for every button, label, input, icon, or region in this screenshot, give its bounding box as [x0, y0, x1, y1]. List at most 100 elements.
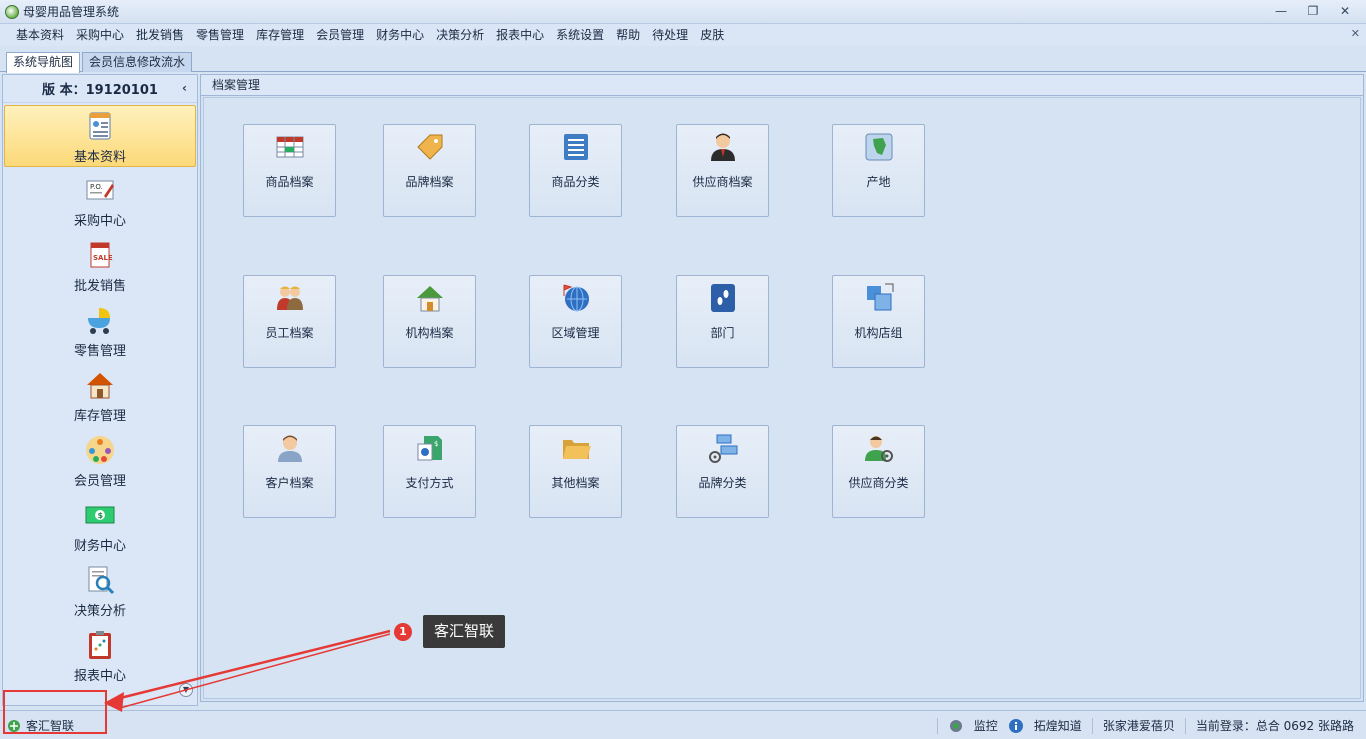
app-logo-icon — [5, 4, 19, 19]
tile-product-category[interactable]: 商品分类 — [529, 124, 622, 217]
annotation-number-badge: 1 — [394, 623, 412, 641]
tab-member-change-log[interactable]: 会员信息修改流水 — [82, 52, 193, 72]
status-bar: 客汇智联 监控 拓煌知道 张家港爱蓓贝 当前登录：总合 0692 张路路 — [0, 710, 1366, 739]
staff-icon — [276, 286, 303, 310]
stroller-icon — [88, 308, 110, 334]
status-divider — [936, 717, 938, 734]
sidebar-item-label: 零售管理 — [73, 344, 126, 359]
tile-label: 支付方式 — [405, 476, 454, 490]
minimize-button[interactable]: — — [1266, 2, 1296, 20]
sidebar-item-label: 会员管理 — [73, 474, 126, 489]
sidebar-item-label: 决策分析 — [73, 604, 126, 619]
menu-item-skin[interactable]: 皮肤 — [694, 24, 730, 46]
status-info[interactable]: 拓煌知道 — [1034, 717, 1082, 734]
tile-product-archive[interactable]: 商品档案 — [243, 124, 336, 217]
list-icon — [563, 134, 588, 160]
collapse-arrow-icon[interactable]: ‹ — [182, 81, 187, 95]
window-title: 母婴用品管理系统 — [23, 5, 120, 19]
tile-label: 商品分类 — [551, 175, 600, 189]
tile-label: 品牌分类 — [698, 476, 747, 490]
menu-item-finance[interactable]: 财务中心 — [370, 24, 430, 46]
sidebar-item-finance[interactable]: $ 财务中心 — [4, 495, 196, 557]
sidebar: 版 本：19120101 ‹ 基本资料 P.O. 采购中心 SALE 批发销售 … — [2, 74, 198, 706]
sale-tag-icon: SALE — [90, 242, 113, 268]
group-squares-icon — [866, 283, 893, 311]
menu-item-purchase[interactable]: 采购中心 — [70, 24, 130, 46]
title-bar: 母婴用品管理系统 — ❐ ✕ — [0, 0, 1366, 24]
tile-label: 员工档案 — [265, 326, 314, 340]
tile-region-management[interactable]: 区域管理 — [529, 275, 622, 368]
menu-item-wholesale[interactable]: 批发销售 — [130, 24, 190, 46]
tile-label: 商品档案 — [265, 175, 314, 189]
menu-item-analysis[interactable]: 决策分析 — [430, 24, 490, 46]
tile-supplier-archive[interactable]: 供应商档案 — [676, 124, 769, 217]
annotation-highlight-box — [3, 690, 107, 734]
sidebar-item-label: 财务中心 — [73, 539, 126, 554]
tile-label: 品牌档案 — [405, 175, 454, 189]
sidebar-item-label: 采购中心 — [73, 214, 126, 229]
menu-item-basic[interactable]: 基本资料 — [10, 24, 70, 46]
svg-text:SALE: SALE — [93, 254, 113, 262]
tile-origin[interactable]: 产地 — [832, 124, 925, 217]
magnifier-report-icon — [88, 566, 115, 595]
tile-label: 部门 — [710, 326, 735, 340]
tile-customer-archive[interactable]: 客户档案 — [243, 425, 336, 518]
menu-close-icon[interactable]: ✕ — [1351, 27, 1360, 40]
tile-department[interactable]: 部门 — [676, 275, 769, 368]
businessman-icon — [710, 133, 735, 161]
payment-icon: $ — [417, 436, 442, 461]
menu-item-pending[interactable]: 待处理 — [646, 24, 694, 46]
menu-item-retail[interactable]: 零售管理 — [190, 24, 250, 46]
menu-item-settings[interactable]: 系统设置 — [550, 24, 610, 46]
menu-item-members[interactable]: 会员管理 — [310, 24, 370, 46]
close-button[interactable]: ✕ — [1330, 2, 1360, 20]
tile-other-archive[interactable]: 其他档案 — [529, 425, 622, 518]
tile-label: 其他档案 — [551, 476, 600, 490]
tile-staff-archive[interactable]: 员工档案 — [243, 275, 336, 368]
sidebar-item-purchase[interactable]: P.O. 采购中心 — [4, 170, 196, 232]
sidebar-item-basic[interactable]: 基本资料 — [4, 105, 196, 167]
annotation-callout: 客汇智联 — [423, 615, 505, 648]
sidebar-item-analysis[interactable]: 决策分析 — [4, 560, 196, 622]
scroll-down-icon[interactable]: ▼ — [179, 683, 193, 697]
tile-label: 供应商档案 — [692, 175, 753, 189]
svg-text:$: $ — [434, 440, 438, 448]
tile-brand-category[interactable]: 品牌分类 — [676, 425, 769, 518]
sidebar-item-reports[interactable]: 报表中心 — [4, 625, 196, 687]
tab-navigation-map[interactable]: 系统导航图 — [6, 52, 81, 73]
status-monitor[interactable]: 监控 — [974, 717, 998, 734]
folder-icon — [562, 440, 591, 459]
tile-label: 机构店组 — [854, 326, 903, 340]
footprint-icon — [710, 284, 735, 312]
tile-supplier-category[interactable]: 供应商分类 — [832, 425, 925, 518]
tile-org-archive[interactable]: 机构档案 — [383, 275, 476, 368]
sidebar-item-wholesale[interactable]: SALE 批发销售 — [4, 235, 196, 297]
menu-item-help[interactable]: 帮助 — [610, 24, 646, 46]
status-login: 当前登录：总合 0692 张路路 — [1195, 719, 1354, 733]
tile-brand-archive[interactable]: 品牌档案 — [383, 124, 476, 217]
menu-item-reports[interactable]: 报表中心 — [490, 24, 550, 46]
sidebar-item-label: 批发销售 — [73, 279, 126, 294]
status-divider — [1091, 717, 1093, 734]
tile-label: 供应商分类 — [848, 476, 909, 490]
section-title: 档案管理 — [201, 75, 1363, 96]
sidebar-item-members[interactable]: 会员管理 — [4, 430, 196, 492]
members-icon — [86, 436, 114, 464]
monitor-icon — [949, 719, 962, 732]
status-right: 监控 拓煌知道 张家港爱蓓贝 当前登录：总合 0692 张路路 — [936, 717, 1354, 734]
map-icon — [865, 133, 892, 161]
table-grid-icon — [276, 136, 303, 158]
tile-area: 商品档案 品牌档案 商品分类 供应商档案 产地 员工档案 机构档案 区域管理 部… — [203, 97, 1361, 699]
tile-payment-method[interactable]: $ 支付方式 — [383, 425, 476, 518]
sidebar-header: 版 本：19120101 ‹ — [3, 75, 197, 103]
tile-store-group[interactable]: 机构店组 — [832, 275, 925, 368]
clipboard-chart-icon — [89, 631, 111, 659]
tile-label: 客户档案 — [265, 476, 314, 490]
sidebar-item-retail[interactable]: 零售管理 — [4, 300, 196, 362]
menu-item-inventory[interactable]: 库存管理 — [250, 24, 310, 46]
info-icon — [1008, 718, 1023, 733]
restore-button[interactable]: ❐ — [1298, 2, 1328, 20]
banknote-icon: $ — [85, 506, 115, 524]
sidebar-item-inventory[interactable]: 库存管理 — [4, 365, 196, 427]
svg-text:P.O.: P.O. — [90, 183, 103, 191]
